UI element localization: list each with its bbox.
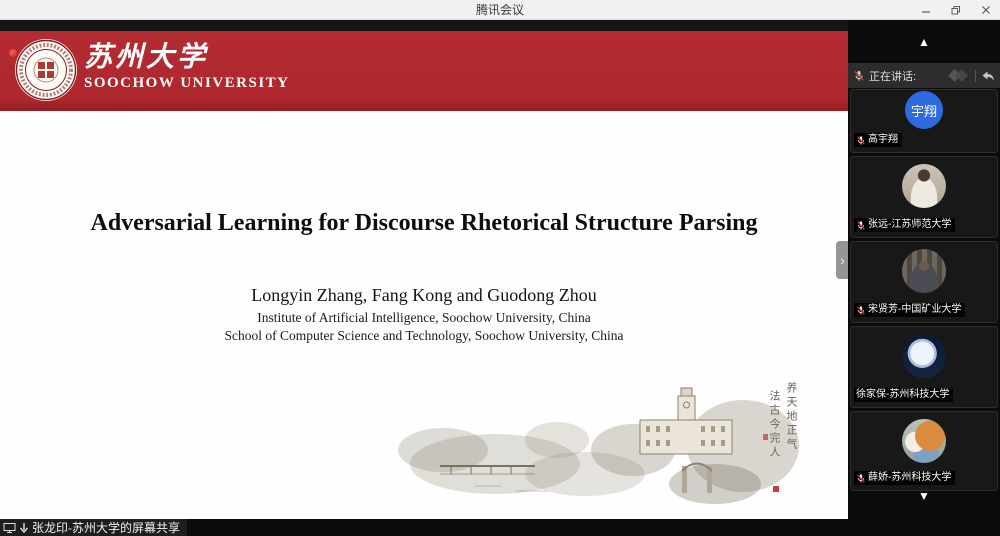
university-banner: 苏州大学 SOOCHOW UNIVERSITY [0, 31, 848, 111]
participant-name-label: 张远-江苏师范大学 [854, 218, 955, 232]
record-dot-icon [9, 49, 17, 57]
mic-muted-icon [856, 473, 866, 484]
avatar [902, 164, 946, 208]
paper-authors: Longyin Zhang, Fang Kong and Guodong Zho… [0, 285, 848, 306]
campus-ink-painting: 养天地正气 法古今完人 [385, 378, 805, 508]
monitor-icon [3, 522, 16, 534]
window-titlebar[interactable]: 腾讯会议 [0, 0, 1000, 20]
divider [975, 70, 976, 82]
affiliation-line-1: Institute of Artificial Intelligence, So… [0, 310, 848, 326]
participant-name-label: 徐家保-苏州科技大学 [854, 388, 953, 402]
mic-muted-icon [856, 220, 866, 231]
participant-name-label: 高宇翔 [854, 133, 902, 147]
share-text: 张龙印-苏州大学的屏幕共享 [32, 519, 180, 536]
red-seal-icon [773, 486, 779, 492]
avatar-initials: 宇翔 [911, 101, 937, 120]
window-title: 腾讯会议 [476, 1, 524, 18]
slide-body: Adversarial Learning for Discourse Rheto… [0, 111, 848, 519]
participant-name-label: 宋贤芳-中国矿业大学 [854, 303, 965, 317]
mic-muted-icon [856, 305, 866, 316]
mic-muted-icon [856, 135, 866, 146]
avatar [902, 419, 946, 463]
close-button[interactable] [978, 2, 994, 18]
minimize-button[interactable] [918, 2, 934, 18]
restore-button[interactable] [948, 2, 964, 18]
scroll-down-arrow[interactable]: ▼ [848, 490, 1000, 502]
avatar: 宇翔 [905, 91, 943, 129]
paper-title: Adversarial Learning for Discourse Rheto… [0, 210, 848, 237]
university-name-en: SOOCHOW UNIVERSITY [84, 75, 290, 92]
tencent-meeting-window: 腾讯会议 [0, 0, 1000, 536]
red-seal-icon [763, 434, 768, 440]
participant-name: 高宇翔 [868, 133, 898, 147]
participant-tile[interactable]: 宋贤芳-中国矿业大学 [850, 241, 998, 323]
mic-muted-icon [853, 70, 865, 82]
participants-sidebar: ▲ 正在讲话: 宇翔 [848, 20, 1000, 536]
participant-name-label: 薛娇-苏州科技大学 [854, 471, 955, 485]
reply-arrow-icon[interactable] [981, 70, 995, 82]
participant-name: 张远-江苏师范大学 [868, 218, 951, 232]
affiliation-line-2: School of Computer Science and Technolog… [0, 328, 848, 344]
tencent-meeting-logo-icon [948, 69, 970, 83]
participant-name: 徐家保-苏州科技大学 [856, 388, 949, 402]
participant-name: 薛娇-苏州科技大学 [868, 471, 951, 485]
bottom-status-bar: 张龙印-苏州大学的屏幕共享 [0, 519, 1000, 536]
participant-tile[interactable]: 张远-江苏师范大学 [850, 156, 998, 238]
participant-tile[interactable]: 徐家保-苏州科技大学 [850, 326, 998, 408]
speaking-now-bar: 正在讲话: [848, 63, 1000, 88]
participant-name: 宋贤芳-中国矿业大学 [868, 303, 961, 317]
avatar [902, 334, 946, 378]
participant-tile[interactable]: 薛娇-苏州科技大学 [850, 411, 998, 491]
audio-down-arrow-icon [19, 522, 29, 534]
motto-column-left: 法古今完人 [766, 390, 782, 460]
scroll-up-arrow[interactable]: ▲ [848, 36, 1000, 48]
shared-screen-slide: 苏州大学 SOOCHOW UNIVERSITY Adversarial Lear… [0, 20, 848, 519]
motto-column-right: 养天地正气 [783, 382, 799, 452]
avatar [902, 249, 946, 293]
soochow-university-logo-icon [14, 38, 78, 107]
screen-share-chip[interactable]: 张龙印-苏州大学的屏幕共享 [0, 519, 187, 536]
university-name-cn: 苏州大学 [84, 35, 208, 75]
participant-tile[interactable]: 宇翔 高宇翔 [850, 89, 998, 153]
speaking-now-label: 正在讲话: [869, 68, 916, 84]
